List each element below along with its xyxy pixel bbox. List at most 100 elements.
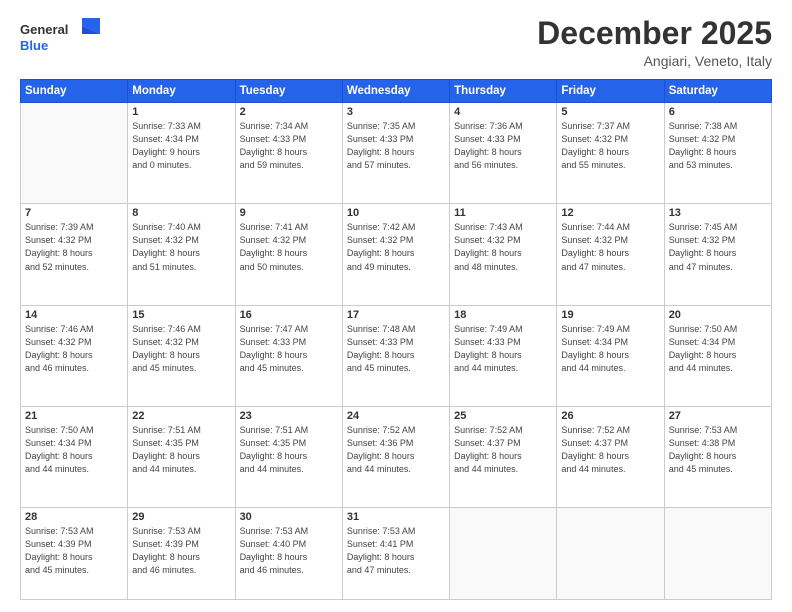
day-number: 6 [669, 106, 767, 118]
day-number: 11 [454, 207, 552, 219]
day-info: Sunrise: 7:51 AM Sunset: 4:35 PM Dayligh… [240, 424, 338, 476]
day-number: 27 [669, 410, 767, 422]
calendar-cell: 17 Sunrise: 7:48 AM Sunset: 4:33 PM Dayli… [342, 305, 449, 406]
week-row-2: 7 Sunrise: 7:39 AM Sunset: 4:32 PM Daylig… [21, 204, 772, 305]
day-number: 10 [347, 207, 445, 219]
day-info: Sunrise: 7:52 AM Sunset: 4:36 PM Dayligh… [347, 424, 445, 476]
day-info: Sunrise: 7:53 AM Sunset: 4:39 PM Dayligh… [132, 525, 230, 577]
day-number: 3 [347, 106, 445, 118]
calendar-cell: 18 Sunrise: 7:49 AM Sunset: 4:33 PM Dayli… [450, 305, 557, 406]
calendar-cell: 25 Sunrise: 7:52 AM Sunset: 4:37 PM Dayli… [450, 406, 557, 507]
calendar-cell: 23 Sunrise: 7:51 AM Sunset: 4:35 PM Dayli… [235, 406, 342, 507]
day-number: 15 [132, 309, 230, 321]
day-info: Sunrise: 7:42 AM Sunset: 4:32 PM Dayligh… [347, 221, 445, 273]
day-number: 23 [240, 410, 338, 422]
day-number: 30 [240, 511, 338, 523]
day-info: Sunrise: 7:43 AM Sunset: 4:32 PM Dayligh… [454, 221, 552, 273]
month-title: December 2025 [537, 16, 772, 51]
calendar-cell: 5Sunrise: 7:37 AM Sunset: 4:32 PM Daylig… [557, 103, 664, 204]
day-info: Sunrise: 7:51 AM Sunset: 4:35 PM Dayligh… [132, 424, 230, 476]
calendar-cell: 31 Sunrise: 7:53 AM Sunset: 4:41 PM Dayli… [342, 507, 449, 599]
calendar-cell [450, 507, 557, 599]
calendar-cell [557, 507, 664, 599]
title-block: December 2025 Angiari, Veneto, Italy [537, 16, 772, 69]
logo-svg: General Blue [20, 16, 110, 58]
day-number: 25 [454, 410, 552, 422]
calendar-cell [21, 103, 128, 204]
calendar-cell: 11 Sunrise: 7:43 AM Sunset: 4:32 PM Dayli… [450, 204, 557, 305]
calendar-cell: 9Sunrise: 7:41 AM Sunset: 4:32 PM Daylig… [235, 204, 342, 305]
svg-text:Blue: Blue [20, 38, 48, 53]
header: General Blue December 2025 Angiari, Vene… [20, 16, 772, 69]
day-info: Sunrise: 7:40 AM Sunset: 4:32 PM Dayligh… [132, 221, 230, 273]
day-number: 1 [132, 106, 230, 118]
calendar-cell: 2 Sunrise: 7:34 AM Sunset: 4:33 PM Daylig… [235, 103, 342, 204]
calendar-cell: 30Sunrise: 7:53 AM Sunset: 4:40 PM Dayli… [235, 507, 342, 599]
day-number: 8 [132, 207, 230, 219]
day-number: 12 [561, 207, 659, 219]
day-number: 22 [132, 410, 230, 422]
weekday-header-sunday: Sunday [21, 80, 128, 103]
calendar-cell: 13 Sunrise: 7:45 AM Sunset: 4:32 PM Dayli… [664, 204, 771, 305]
calendar-cell: 16Sunrise: 7:47 AM Sunset: 4:33 PM Dayli… [235, 305, 342, 406]
day-info: Sunrise: 7:45 AM Sunset: 4:32 PM Dayligh… [669, 221, 767, 273]
day-info: Sunrise: 7:47 AM Sunset: 4:33 PM Dayligh… [240, 323, 338, 375]
calendar-cell: 10 Sunrise: 7:42 AM Sunset: 4:32 PM Dayli… [342, 204, 449, 305]
day-info: Sunrise: 7:44 AM Sunset: 4:32 PM Dayligh… [561, 221, 659, 273]
day-info: Sunrise: 7:46 AM Sunset: 4:32 PM Dayligh… [25, 323, 123, 375]
day-info: Sunrise: 7:52 AM Sunset: 4:37 PM Dayligh… [454, 424, 552, 476]
day-info: Sunrise: 7:36 AM Sunset: 4:33 PM Dayligh… [454, 120, 552, 172]
day-number: 17 [347, 309, 445, 321]
calendar-cell: 19 Sunrise: 7:49 AM Sunset: 4:34 PM Dayli… [557, 305, 664, 406]
calendar-cell: 7 Sunrise: 7:39 AM Sunset: 4:32 PM Daylig… [21, 204, 128, 305]
day-number: 24 [347, 410, 445, 422]
day-number: 7 [25, 207, 123, 219]
day-number: 20 [669, 309, 767, 321]
day-number: 14 [25, 309, 123, 321]
calendar-cell: 4Sunrise: 7:36 AM Sunset: 4:33 PM Daylig… [450, 103, 557, 204]
weekday-header-tuesday: Tuesday [235, 80, 342, 103]
calendar-cell: 14 Sunrise: 7:46 AM Sunset: 4:32 PM Dayli… [21, 305, 128, 406]
day-info: Sunrise: 7:48 AM Sunset: 4:33 PM Dayligh… [347, 323, 445, 375]
location: Angiari, Veneto, Italy [537, 53, 772, 69]
calendar-cell [664, 507, 771, 599]
day-info: Sunrise: 7:53 AM Sunset: 4:41 PM Dayligh… [347, 525, 445, 577]
day-number: 31 [347, 511, 445, 523]
page: General Blue December 2025 Angiari, Vene… [0, 0, 792, 612]
day-info: Sunrise: 7:49 AM Sunset: 4:33 PM Dayligh… [454, 323, 552, 375]
day-info: Sunrise: 7:34 AM Sunset: 4:33 PM Dayligh… [240, 120, 338, 172]
calendar-cell: 3Sunrise: 7:35 AM Sunset: 4:33 PM Daylig… [342, 103, 449, 204]
weekday-header-friday: Friday [557, 80, 664, 103]
day-number: 13 [669, 207, 767, 219]
day-info: Sunrise: 7:46 AM Sunset: 4:32 PM Dayligh… [132, 323, 230, 375]
day-info: Sunrise: 7:33 AM Sunset: 4:34 PM Dayligh… [132, 120, 230, 172]
day-number: 2 [240, 106, 338, 118]
weekday-header-thursday: Thursday [450, 80, 557, 103]
day-number: 5 [561, 106, 659, 118]
calendar-cell: 6 Sunrise: 7:38 AM Sunset: 4:32 PM Daylig… [664, 103, 771, 204]
logo: General Blue [20, 16, 110, 63]
day-number: 29 [132, 511, 230, 523]
calendar-cell: 24 Sunrise: 7:52 AM Sunset: 4:36 PM Dayli… [342, 406, 449, 507]
calendar-cell: 29 Sunrise: 7:53 AM Sunset: 4:39 PM Dayli… [128, 507, 235, 599]
day-info: Sunrise: 7:49 AM Sunset: 4:34 PM Dayligh… [561, 323, 659, 375]
day-info: Sunrise: 7:38 AM Sunset: 4:32 PM Dayligh… [669, 120, 767, 172]
calendar-cell: 8 Sunrise: 7:40 AM Sunset: 4:32 PM Daylig… [128, 204, 235, 305]
svg-text:General: General [20, 22, 68, 37]
day-info: Sunrise: 7:50 AM Sunset: 4:34 PM Dayligh… [669, 323, 767, 375]
day-number: 18 [454, 309, 552, 321]
day-info: Sunrise: 7:52 AM Sunset: 4:37 PM Dayligh… [561, 424, 659, 476]
day-number: 26 [561, 410, 659, 422]
day-number: 21 [25, 410, 123, 422]
calendar-cell: 12 Sunrise: 7:44 AM Sunset: 4:32 PM Dayli… [557, 204, 664, 305]
day-number: 9 [240, 207, 338, 219]
calendar-table: SundayMondayTuesdayWednesdayThursdayFrid… [20, 79, 772, 600]
day-info: Sunrise: 7:39 AM Sunset: 4:32 PM Dayligh… [25, 221, 123, 273]
day-info: Sunrise: 7:53 AM Sunset: 4:39 PM Dayligh… [25, 525, 123, 577]
day-number: 19 [561, 309, 659, 321]
weekday-header-monday: Monday [128, 80, 235, 103]
calendar-cell: 26 Sunrise: 7:52 AM Sunset: 4:37 PM Dayli… [557, 406, 664, 507]
week-row-1: 1 Sunrise: 7:33 AM Sunset: 4:34 PM Daylig… [21, 103, 772, 204]
calendar-cell: 1 Sunrise: 7:33 AM Sunset: 4:34 PM Daylig… [128, 103, 235, 204]
calendar-cell: 20 Sunrise: 7:50 AM Sunset: 4:34 PM Dayli… [664, 305, 771, 406]
